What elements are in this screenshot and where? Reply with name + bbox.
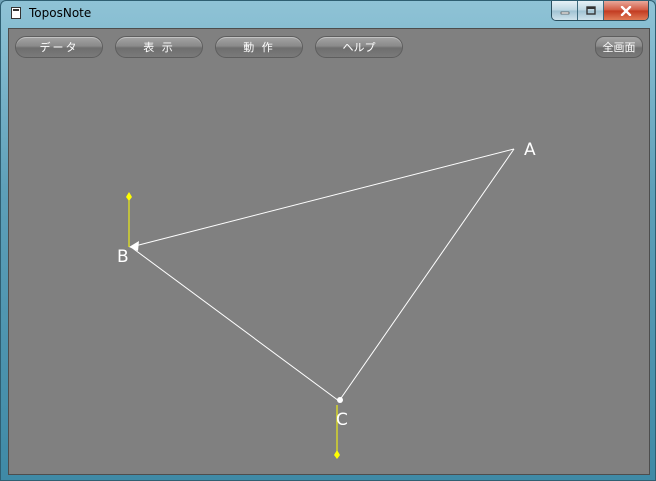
- app-icon: [11, 7, 21, 19]
- menu-help-button[interactable]: ヘルプ: [315, 36, 403, 58]
- menu-data-button[interactable]: データ: [15, 36, 103, 58]
- fullscreen-button[interactable]: 全画面: [595, 36, 643, 58]
- minimize-icon: [560, 11, 569, 14]
- maximize-icon: [585, 6, 596, 15]
- window-title: ToposNote: [29, 6, 92, 20]
- title-bar[interactable]: ToposNote: [1, 1, 655, 27]
- menu-view-button[interactable]: 表 示: [115, 36, 203, 58]
- handle-knob-c[interactable]: [334, 450, 340, 459]
- topology-canvas[interactable]: A B C: [9, 29, 649, 474]
- minimize-button[interactable]: [552, 1, 578, 20]
- menu-action-button[interactable]: 動 作: [215, 36, 303, 58]
- vertex-dot-c[interactable]: [337, 397, 343, 403]
- point-label-a[interactable]: A: [524, 140, 536, 160]
- point-label-c[interactable]: C: [336, 410, 348, 430]
- edge-b-c: [130, 246, 340, 402]
- close-icon: [620, 5, 632, 16]
- window-controls: [551, 1, 649, 21]
- maximize-button[interactable]: [578, 1, 604, 20]
- app-window: ToposNote A B C データ 表 示 動 作 ヘルプ 全画面: [0, 0, 656, 481]
- main-canvas-area[interactable]: A B C データ 表 示 動 作 ヘルプ 全画面: [8, 28, 650, 475]
- handle-knob-b[interactable]: [126, 192, 132, 201]
- close-button[interactable]: [604, 1, 648, 20]
- point-label-b[interactable]: B: [117, 247, 129, 267]
